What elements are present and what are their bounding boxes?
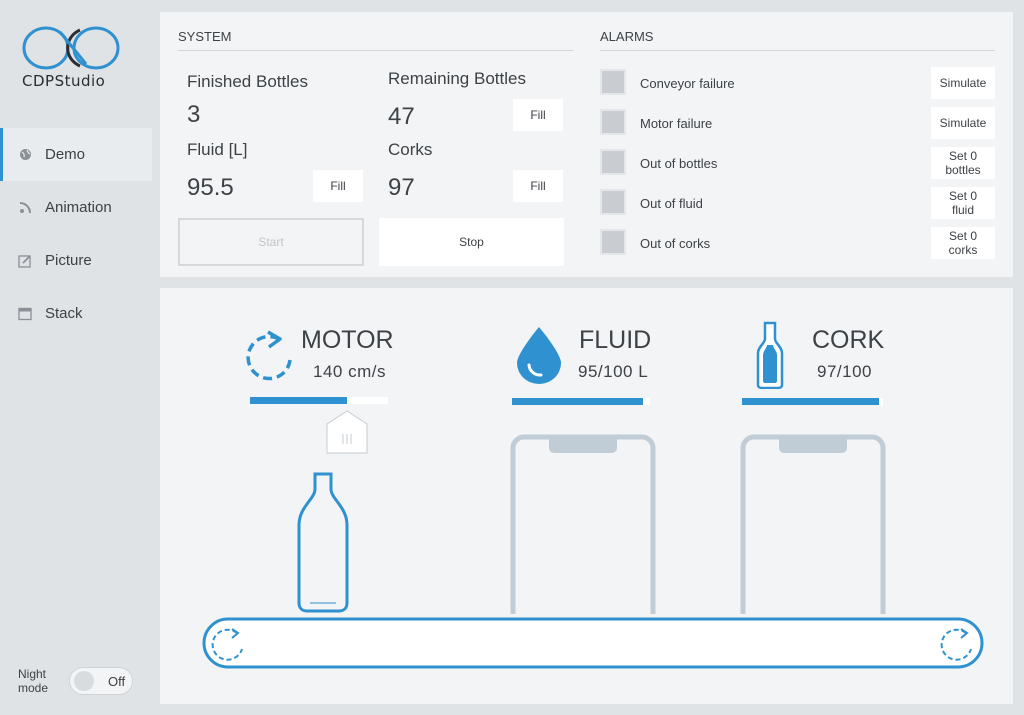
alarm-indicator-corks: [600, 229, 626, 255]
production-line-panel: MOTOR 140 cm/s FLUID 95/100 L CORK 97/10…: [160, 288, 1013, 704]
alarms-divider: [600, 50, 995, 51]
alarm-indicator-conveyor: [600, 69, 626, 95]
finished-bottles-value: 3: [187, 101, 201, 128]
globe-icon: [18, 148, 32, 162]
pusher-element: [326, 410, 368, 454]
conveyor-belt: [202, 617, 984, 669]
motor-value: 140 cm/s: [313, 362, 386, 381]
sidebar: CDPStudio Demo Animation Picture Stack N…: [0, 0, 152, 715]
sidebar-item-animation[interactable]: Animation: [0, 181, 152, 234]
cork-level-bar: [742, 398, 883, 405]
set-zero-corks-button[interactable]: Set 0 corks: [931, 227, 995, 259]
simulate-conveyor-button[interactable]: Simulate: [931, 67, 995, 99]
fluid-drop-icon: [517, 327, 561, 384]
sidebar-nav: Demo Animation Picture Stack: [0, 128, 152, 340]
sidebar-item-label: Stack: [45, 305, 83, 322]
set-zero-fluid-button[interactable]: Set 0 fluid: [931, 187, 995, 219]
cork-bottle-icon: [756, 321, 784, 389]
night-mode-toggle[interactable]: Off: [69, 667, 133, 695]
remaining-bottles-value: 47: [388, 103, 415, 130]
cork-value: 97/100: [817, 362, 872, 381]
corks-label: Corks: [388, 140, 433, 159]
alarm-indicator-bottles: [600, 149, 626, 175]
control-panel: SYSTEM Finished Bottles 3 Remaining Bott…: [160, 12, 1013, 277]
fluid-title: FLUID: [579, 326, 652, 354]
stop-button[interactable]: Stop: [379, 218, 564, 266]
window-icon: [18, 307, 32, 321]
sidebar-item-demo[interactable]: Demo: [0, 128, 152, 181]
system-divider: [178, 50, 573, 51]
fill-bottles-button[interactable]: Fill: [513, 99, 563, 131]
fluid-value: 95/100 L: [578, 362, 649, 381]
alarm-label-corks: Out of corks: [640, 236, 711, 251]
edit-icon: [18, 254, 32, 268]
alarm-label-motor: Motor failure: [640, 116, 713, 131]
fluid-label: Fluid [L]: [187, 140, 248, 159]
sidebar-item-stack[interactable]: Stack: [0, 287, 152, 340]
cork-level-fill: [742, 398, 879, 405]
finished-bottles-label: Finished Bottles: [187, 72, 308, 91]
fill-corks-button[interactable]: Fill: [513, 170, 563, 202]
corks-value: 97: [388, 174, 415, 201]
fluid-level-bar: [512, 398, 650, 405]
system-section-title: SYSTEM: [178, 29, 232, 44]
sidebar-item-label: Animation: [45, 199, 112, 216]
alarms-section-title: ALARMS: [600, 29, 654, 44]
cork-title: CORK: [812, 326, 885, 354]
fluid-value: 95.5: [187, 174, 234, 201]
fill-fluid-button[interactable]: Fill: [313, 170, 363, 202]
fluid-level-fill: [512, 398, 644, 405]
cork-machine: [740, 434, 886, 614]
fluid-filler-machine: [510, 434, 656, 614]
toggle-state: Off: [108, 674, 126, 689]
night-mode-label: Night mode: [18, 667, 49, 695]
alarm-label-fluid: Out of fluid: [640, 196, 703, 211]
alarm-indicator-motor: [600, 109, 626, 135]
alarm-indicator-fluid: [600, 189, 626, 215]
logo-text: CDPStudio: [22, 72, 106, 90]
motor-speed-bar: [250, 397, 388, 404]
set-zero-bottles-button[interactable]: Set 0 bottles: [931, 147, 995, 179]
start-button[interactable]: Start: [178, 218, 364, 266]
animation-icon: [18, 201, 32, 215]
motor-rotate-icon: [246, 330, 292, 381]
alarm-label-conveyor: Conveyor failure: [640, 76, 735, 91]
alarm-label-bottles: Out of bottles: [640, 156, 718, 171]
sidebar-item-label: Demo: [45, 146, 86, 163]
empty-bottle: [297, 472, 349, 613]
simulate-motor-button[interactable]: Simulate: [931, 107, 995, 139]
remaining-bottles-label: Remaining Bottles: [388, 69, 526, 88]
motor-speed-fill: [250, 397, 347, 404]
toggle-knob: [74, 671, 94, 691]
sidebar-item-label: Picture: [45, 252, 92, 269]
sidebar-item-picture[interactable]: Picture: [0, 234, 152, 287]
motor-title: MOTOR: [301, 326, 394, 354]
